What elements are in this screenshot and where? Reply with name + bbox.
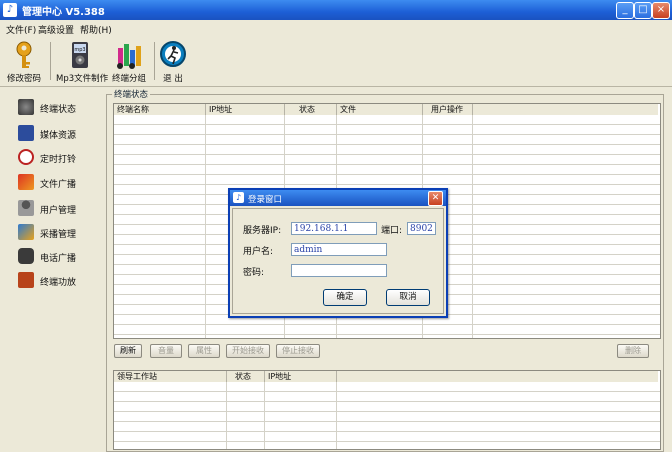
dialog-title: 登录窗口 [248,195,283,205]
amplifier-icon [18,272,34,288]
menu-advanced-settings[interactable]: 高级设置 [38,23,74,36]
column-header-empty [473,104,658,115]
sidebar-item-capture-management[interactable]: 采播管理 [14,222,99,242]
clock-icon [18,149,34,165]
terminal-icon [18,99,34,115]
password-label: 密码: [243,268,265,278]
column-header-status[interactable]: 状态 [285,104,337,115]
column-header-ip[interactable]: IP地址 [206,104,285,115]
column-header-file[interactable]: 文件 [337,104,423,115]
delete-button[interactable]: 删除 [617,344,649,358]
menu-bar: 文件(F) 高级设置 帮助(H) [0,20,672,36]
toolbar-separator [154,42,155,80]
password-field[interactable] [291,264,387,277]
sidebar-item-terminal-amplifier[interactable]: 终端功放 [14,270,99,290]
app-logo-icon: ♪ [3,3,17,17]
sidebar-item-label: 用户管理 [40,206,77,216]
group-title: 终端状态 [112,88,151,100]
window-titlebar: ♪ 管理中心 V5.388 _ □ × [0,0,672,20]
toolbar: 修改密码 mp3 Mp3文件制作 终端分组 退 出 [0,36,672,87]
toolbar-separator [50,42,51,80]
terminal-group-button[interactable]: 终端分组 [110,38,148,84]
server-ip-field[interactable]: 192.168.1.1 [291,222,377,235]
column-header-empty [337,371,658,382]
capture-icon [18,224,34,240]
column-divider [205,104,206,338]
properties-button[interactable]: 属性 [188,344,220,358]
refresh-button[interactable]: 刷新 [114,344,142,358]
start-receive-button[interactable]: 开始接收 [226,344,270,358]
column-header-terminal-name[interactable]: 终端名称 [114,104,206,115]
table-rows [114,382,660,449]
workstation-table[interactable]: 领导工作站 状态 IP地址 [113,370,661,450]
key-icon [16,41,32,68]
terminal-group-label: 终端分组 [111,74,146,84]
mp3-maker-button[interactable]: mp3 Mp3文件制作 [56,38,109,84]
dialog-app-icon: ♪ [233,192,244,203]
ok-button[interactable]: 确定 [323,289,367,306]
dialog-body: 服务器IP: 192.168.1.1 端口: 8902 用户名: admin 密… [232,208,444,314]
media-icon [18,125,34,141]
sidebar-item-label: 媒体资源 [40,131,77,141]
column-divider [336,371,337,449]
sidebar-item-terminal-status[interactable]: 终端状态 [14,97,99,117]
sidebar-item-label: 定时打铃 [40,155,77,165]
login-dialog: ♪ 登录窗口 ✕ 服务器IP: 192.168.1.1 端口: 8902 用户名… [228,188,448,318]
window-title: 管理中心 V5.388 [22,7,105,18]
volume-button[interactable]: 音量 [150,344,182,358]
column-divider [226,371,227,449]
sidebar-item-file-broadcast[interactable]: 文件广播 [14,172,99,192]
exit-button[interactable]: 退 出 [156,38,190,84]
sidebar-item-label: 采播管理 [40,230,77,240]
column-header-user-action[interactable]: 用户操作 [423,104,473,115]
stop-receive-button[interactable]: 停止接收 [276,344,320,358]
user-icon [18,200,34,216]
change-password-button[interactable]: 修改密码 [4,38,44,84]
dialog-close-button[interactable]: ✕ [428,191,443,206]
username-field[interactable]: admin [291,243,387,256]
sidebar-item-phone-broadcast[interactable]: 电话广播 [14,246,99,266]
minimize-button[interactable]: _ [616,2,634,19]
mp3-maker-label: Mp3文件制作 [56,74,109,84]
close-button[interactable]: × [652,2,670,19]
sidebar-item-user-management[interactable]: 用户管理 [14,198,99,218]
sidebar-item-label: 文件广播 [40,180,77,190]
phone-icon [18,248,34,264]
server-ip-label: 服务器IP: [243,226,282,236]
column-divider [472,104,473,338]
sidebar-item-label: 电话广播 [40,254,77,264]
exit-icon [160,41,186,67]
change-password-label: 修改密码 [6,74,41,84]
username-label: 用户名: [243,247,274,257]
sidebar-item-media-resources[interactable]: 媒体资源 [14,123,99,143]
group-icon [117,44,141,69]
dialog-titlebar: ♪ 登录窗口 ✕ [230,190,446,206]
cancel-button[interactable]: 取消 [386,289,430,306]
port-field[interactable]: 8902 [407,222,436,235]
mp3-icon: mp3 [72,42,88,68]
column-divider [264,371,265,449]
column-header-workstation[interactable]: 领导工作站 [114,371,227,382]
column-header-ip[interactable]: IP地址 [265,371,337,382]
menu-help[interactable]: 帮助(H) [80,23,112,36]
svg-text:mp3: mp3 [74,47,85,53]
sidebar-item-timed-bell[interactable]: 定时打铃 [14,147,99,167]
menu-file[interactable]: 文件(F) [6,23,36,36]
sidebar: 终端状态 媒体资源 定时打铃 文件广播 用户管理 采播管理 电话广播 终端功放 [0,87,100,450]
exit-label: 退 出 [163,74,183,84]
broadcast-icon [18,174,34,190]
maximize-button[interactable]: □ [634,2,652,19]
port-label: 端口: [381,226,403,236]
column-header-status[interactable]: 状态 [227,371,265,382]
sidebar-item-label: 终端状态 [40,105,77,115]
sidebar-item-label: 终端功放 [40,278,77,288]
